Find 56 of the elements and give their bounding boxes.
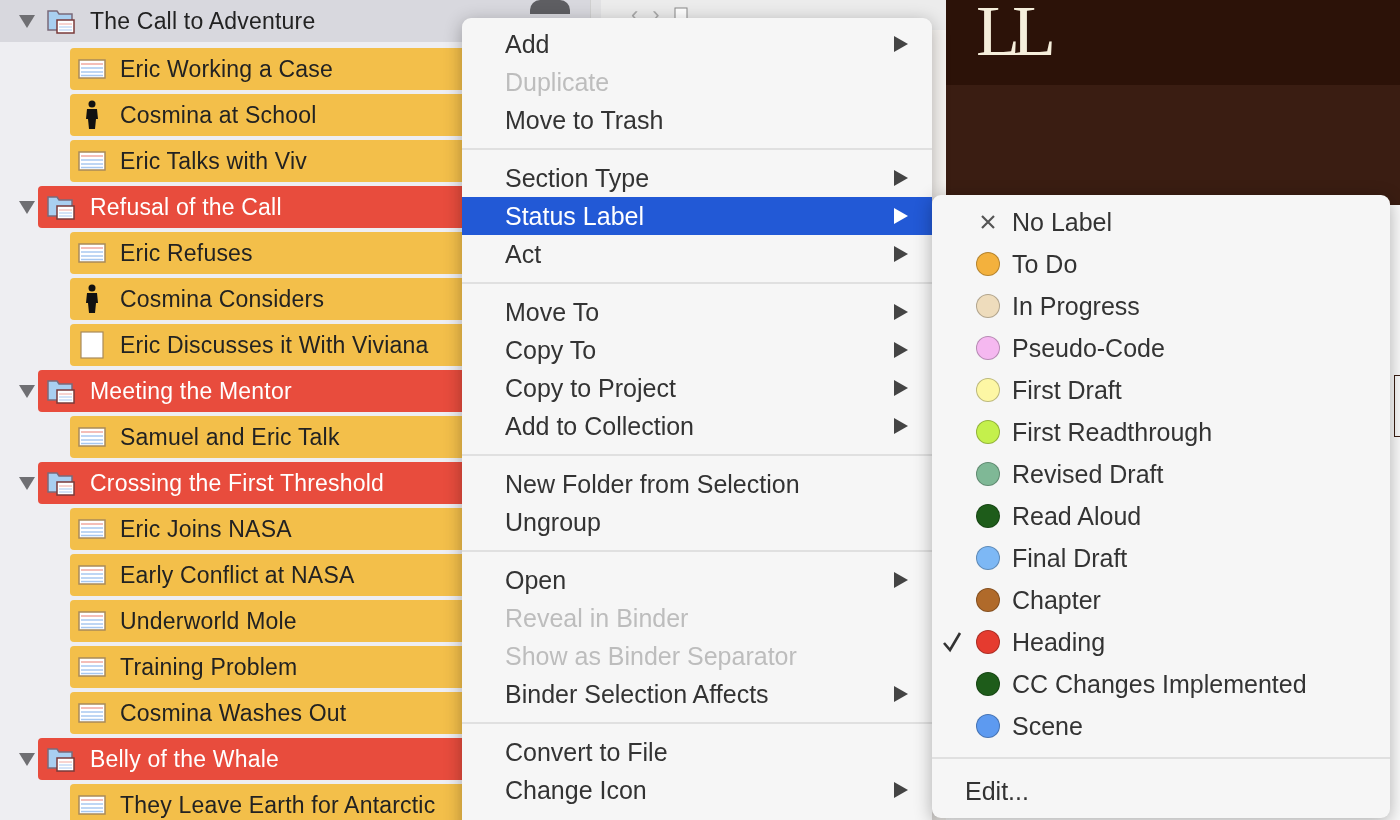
binder-item-label: Cosmina Washes Out (120, 699, 347, 727)
binder-item-label: They Leave Earth for Antarctic (120, 791, 436, 819)
disclosure-triangle-icon[interactable] (18, 199, 36, 215)
menu-item[interactable]: CC Changes Implemented (932, 663, 1390, 705)
folder-icon (46, 377, 76, 405)
index-card-icon (78, 150, 106, 172)
menu-item[interactable]: First Readthrough (932, 411, 1390, 453)
folder-icon (46, 7, 76, 35)
menu-item[interactable]: No Label (932, 201, 1390, 243)
binder-item-label: Underworld Mole (120, 607, 297, 635)
disclosure-triangle-icon[interactable] (18, 475, 36, 491)
menu-item[interactable]: Read Aloud (932, 495, 1390, 537)
index-card-icon (78, 794, 106, 816)
index-card-icon (78, 58, 106, 80)
folder-icon (46, 745, 76, 773)
index-card-icon (78, 610, 106, 632)
menu-item[interactable]: Final Draft (932, 537, 1390, 579)
binder-item-label: Early Conflict at NASA (120, 561, 355, 589)
menu-item[interactable]: Heading (932, 621, 1390, 663)
disclosure-triangle-icon[interactable] (18, 383, 36, 399)
index-card-icon (78, 518, 106, 540)
count-badge (530, 0, 570, 14)
menu-item[interactable]: In Progress (932, 285, 1390, 327)
binder-item-label: Meeting the Mentor (90, 377, 292, 405)
menu-item[interactable]: Edit... (932, 767, 1390, 815)
binder-item-label: Cosmina Considers (120, 285, 325, 313)
index-card-icon (78, 564, 106, 586)
index-card-icon (78, 702, 106, 724)
folder-icon (46, 193, 76, 221)
menu-item[interactable]: Revised Draft (932, 453, 1390, 495)
binder-item-label: Refusal of the Call (90, 193, 282, 221)
index-card-icon (78, 656, 106, 678)
blank-page-icon (78, 330, 106, 360)
index-card-icon (78, 242, 106, 264)
menu-item[interactable]: Status Label (462, 197, 932, 235)
menu-item[interactable]: Scene (932, 705, 1390, 747)
binder-item-label: The Call to Adventure (90, 7, 316, 35)
disclosure-triangle-icon[interactable] (18, 751, 36, 767)
folder-icon (46, 469, 76, 497)
menu-item[interactable]: To Do (932, 243, 1390, 285)
binder-item-label: Crossing the First Threshold (90, 469, 385, 497)
menu-item[interactable]: First Draft (932, 369, 1390, 411)
menu-item[interactable]: Chapter (932, 579, 1390, 621)
binder-item-label: Eric Working a Case (120, 55, 333, 83)
binder-item-label: Training Problem (120, 653, 298, 681)
binder-item-label: Cosmina at School (120, 101, 317, 129)
binder-item-label: Eric Talks with Viv (120, 147, 307, 175)
index-card-icon (78, 426, 106, 448)
menu-item[interactable]: Pseudo-Code (932, 327, 1390, 369)
binder-item-label: Belly of the Whale (90, 745, 279, 773)
disclosure-triangle-icon[interactable] (18, 13, 36, 29)
binder-item-label: Eric Refuses (120, 239, 253, 267)
binder-item-label: Eric Discusses it With Viviana (120, 331, 429, 359)
binder-item-label: Eric Joins NASA (120, 515, 292, 543)
binder-item-label: Samuel and Eric Talk (120, 423, 340, 451)
logo-text: LL (976, 0, 1048, 62)
